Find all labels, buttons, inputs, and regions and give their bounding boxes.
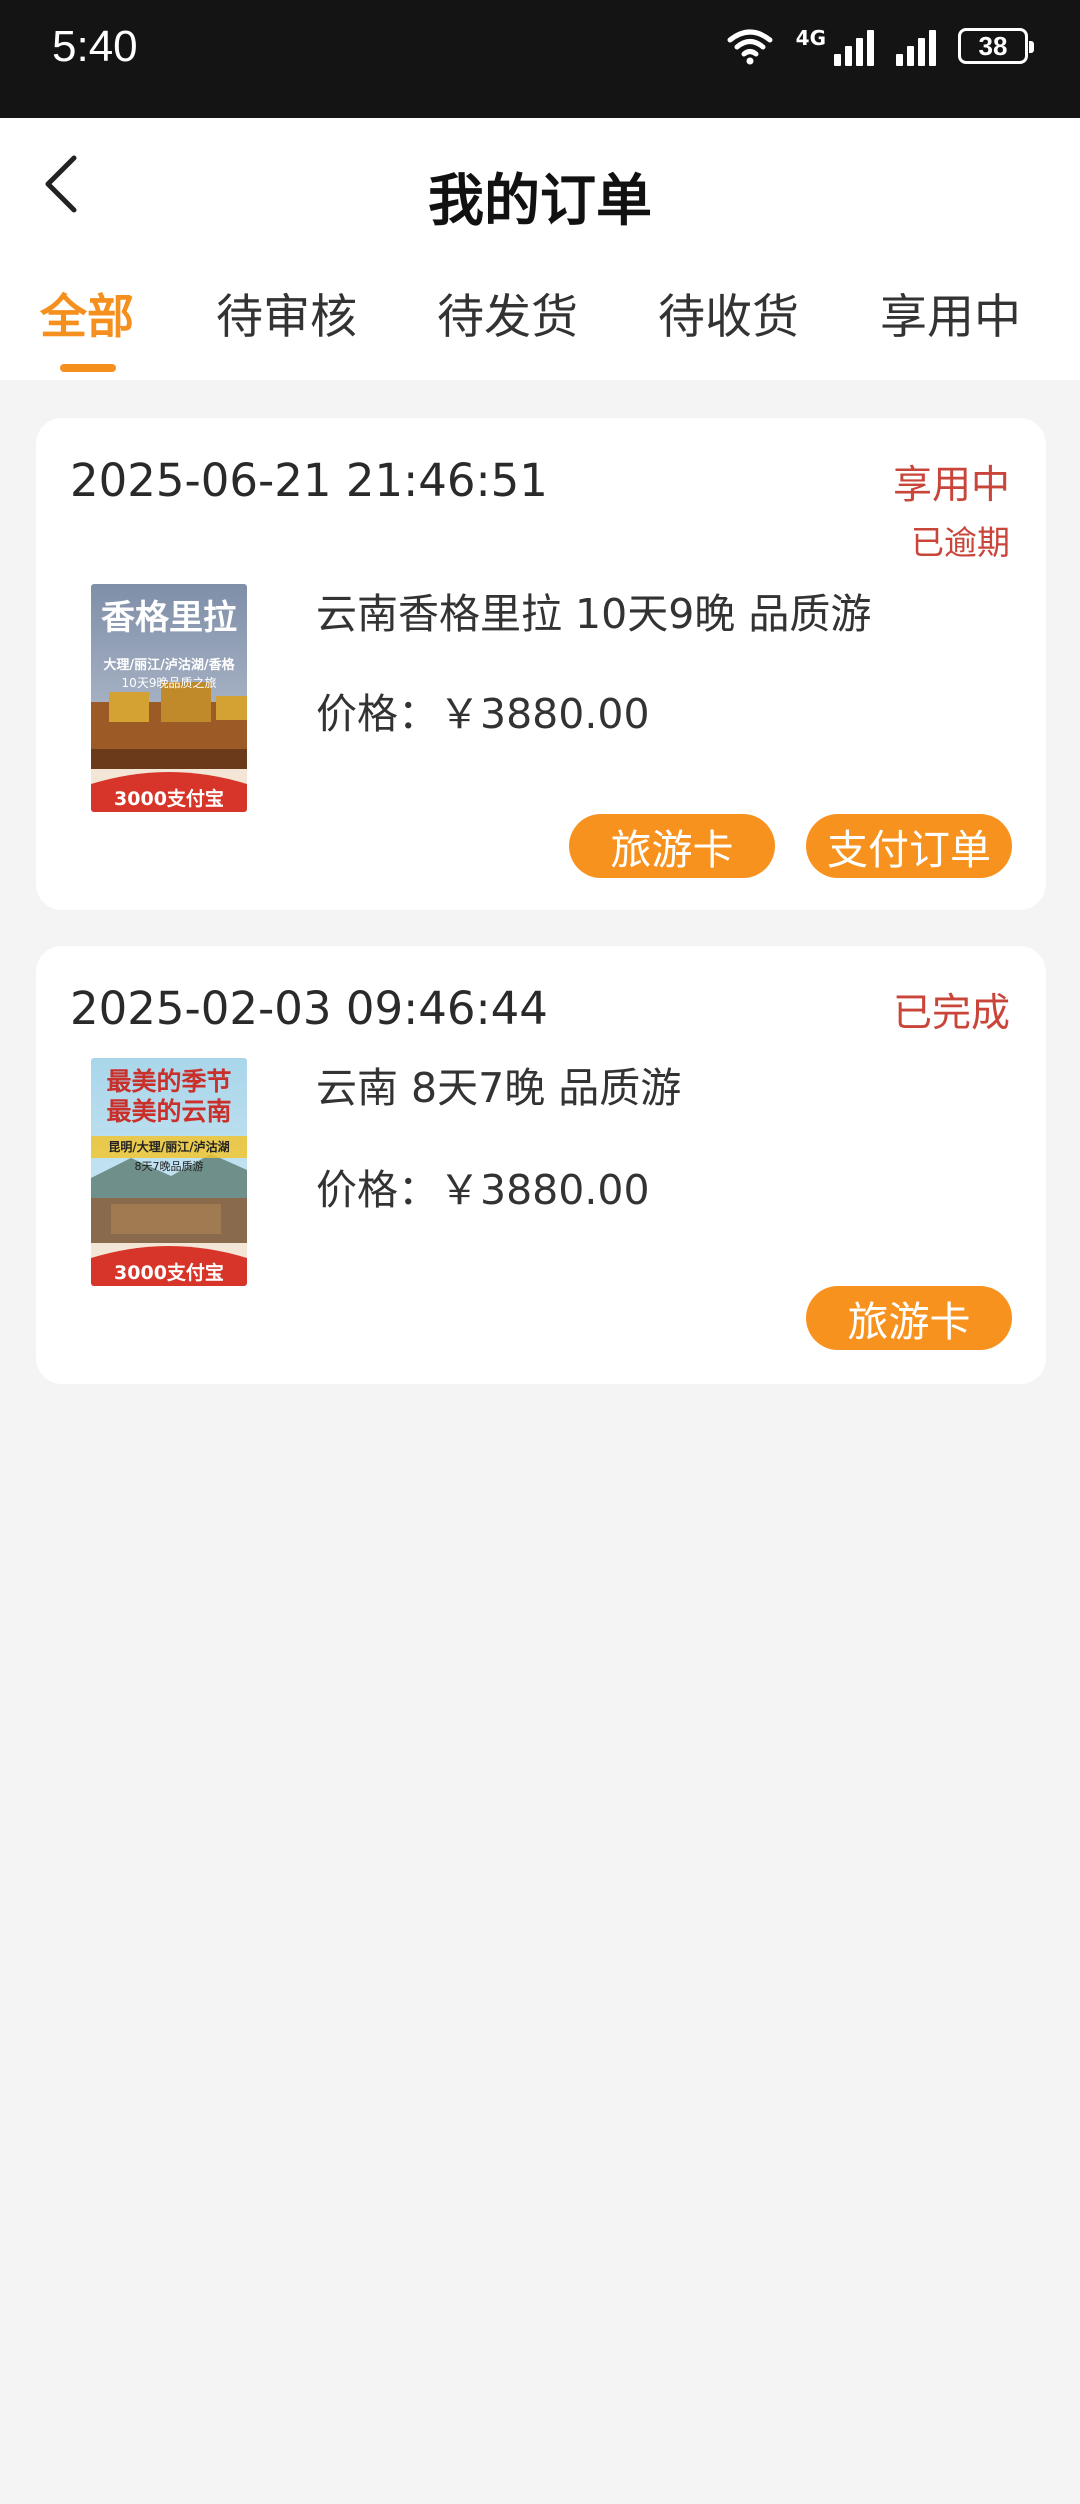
travel-card-button[interactable]: 旅游卡 bbox=[806, 1286, 1012, 1350]
product-name[interactable]: 云南香格里拉 10天9晚 品质游 bbox=[316, 580, 871, 640]
cellular-signal-icon-2 bbox=[896, 26, 936, 66]
network-type-label: 4G bbox=[795, 26, 826, 50]
status-time: 5:40 bbox=[52, 22, 138, 71]
order-time: 2025-06-21 21:46:51 bbox=[70, 454, 548, 507]
battery-level: 38 bbox=[978, 30, 1008, 61]
order-card[interactable]: 2025-02-03 09:46:44 已完成 最美的季节 最美的云南 昆明/大… bbox=[36, 946, 1046, 1384]
order-time: 2025-02-03 09:46:44 bbox=[70, 982, 548, 1035]
thumbnail-badge: 3000支付宝 bbox=[114, 1262, 224, 1284]
thumbnail-title: 香格里拉 bbox=[101, 598, 237, 638]
order-tabs: 全部 待审核 待发货 待收货 享用中 bbox=[0, 278, 1080, 378]
cellular-signal-icon bbox=[834, 26, 874, 66]
order-status: 已完成 bbox=[892, 991, 1010, 1036]
product-price: 价格：￥3880.00 bbox=[316, 690, 650, 738]
tab-pending-shipment[interactable]: 待发货 bbox=[437, 278, 578, 347]
thumbnail-line: 8天7晚品质游 bbox=[134, 1160, 204, 1173]
battery-icon: 38 bbox=[958, 28, 1034, 64]
order-sub-status: 已逾期 bbox=[911, 523, 1010, 562]
order-card[interactable]: 2025-06-21 21:46:51 享用中 已逾期 香格里拉 大理/丽江/泸… bbox=[36, 418, 1046, 910]
status-icons: 4G 38 bbox=[726, 26, 1034, 66]
pay-order-button[interactable]: 支付订单 bbox=[806, 814, 1012, 878]
thumbnail-subtitle: 昆明/大理/丽江/泸沽湖 bbox=[108, 1140, 230, 1154]
thumbnail-title-line-2: 最美的云南 bbox=[106, 1097, 232, 1126]
thumbnail-badge: 3000支付宝 bbox=[114, 788, 224, 810]
product-thumbnail[interactable]: 最美的季节 最美的云南 昆明/大理/丽江/泸沽湖 8天7晚品质游 3000支付宝 bbox=[91, 1058, 247, 1286]
header: 我的订单 全部 待审核 待发货 待收货 享用中 bbox=[0, 118, 1080, 380]
product-price: 价格：￥3880.00 bbox=[316, 1166, 650, 1214]
tab-in-use[interactable]: 享用中 bbox=[880, 278, 1021, 347]
product-name[interactable]: 云南 8天7晚 品质游 bbox=[316, 1054, 681, 1114]
page-title: 我的订单 bbox=[428, 169, 652, 234]
thumbnail-line: 10天9晚品质之旅 bbox=[121, 676, 217, 690]
travel-card-button[interactable]: 旅游卡 bbox=[569, 814, 775, 878]
wifi-icon bbox=[727, 29, 773, 65]
tab-pending-review[interactable]: 待审核 bbox=[216, 278, 357, 347]
tab-pending-receipt[interactable]: 待收货 bbox=[658, 278, 799, 347]
tab-all[interactable]: 全部 bbox=[40, 278, 134, 347]
order-status: 享用中 bbox=[892, 463, 1010, 508]
status-bar: 5:40 4G 38 bbox=[0, 0, 1080, 118]
product-thumbnail[interactable]: 香格里拉 大理/丽江/泸沽湖/香格 10天9晚品质之旅 3000支付宝 bbox=[91, 584, 247, 812]
thumbnail-subtitle: 大理/丽江/泸沽湖/香格 bbox=[103, 658, 235, 673]
active-tab-indicator bbox=[60, 364, 116, 372]
